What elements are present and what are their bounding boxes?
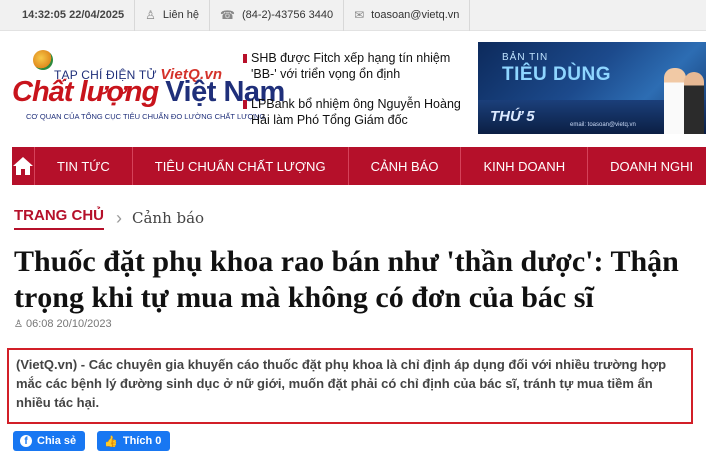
article-summary: (VietQ.vn) - Các chuyên gia khuyến cáo t… xyxy=(7,348,693,424)
banner-line1: BẢN TIN xyxy=(502,52,549,63)
logo-globe-icon xyxy=(33,50,53,70)
breadcrumb-current[interactable]: Cảnh báo xyxy=(132,209,204,227)
nav-item-doanh-nghiep[interactable]: DOANH NGHI xyxy=(588,147,706,185)
social-share: f Chia sẻ 👍 Thích 0 xyxy=(13,431,182,451)
facebook-share-button[interactable]: f Chia sẻ xyxy=(13,431,86,451)
nav-home-button[interactable] xyxy=(12,147,35,185)
ad-banner[interactable]: BẢN TIN TIÊU DÙNG THỨ 5 email: toasoan@v… xyxy=(478,42,706,134)
banner-presenter xyxy=(684,72,704,134)
phone-number: (84-2)-43756 3440 xyxy=(241,9,334,21)
banner-line2: TIÊU DÙNG xyxy=(502,64,611,85)
home-icon xyxy=(13,157,33,175)
top-bar: 14:32:05 22/04/2025 ♙ Liên hệ ☎ (84-2)-4… xyxy=(0,0,706,31)
datetime: 14:32:05 22/04/2025 xyxy=(0,0,136,31)
facebook-like-button[interactable]: 👍 Thích 0 xyxy=(97,431,171,451)
breadcrumb-home[interactable]: TRANG CHỦ xyxy=(14,207,104,230)
nav-item-tin-tuc[interactable]: TIN TỨC xyxy=(35,147,133,185)
share-label: Chia sẻ xyxy=(37,435,77,447)
thumbs-up-icon: 👍 xyxy=(104,435,118,448)
article-date: 06:08 20/10/2023 xyxy=(25,318,112,330)
nav-item-canh-bao[interactable]: CẢNH BÁO xyxy=(349,147,462,185)
facebook-icon: f xyxy=(20,435,32,447)
headline-link[interactable]: LPBank bổ nhiệm ông Nguyễn Hoàng Hải làm… xyxy=(243,96,465,128)
author-icon: ♙ xyxy=(14,318,23,330)
banner-line3: THỨ 5 xyxy=(490,108,535,125)
headline-link[interactable]: SHB được Fitch xếp hạng tín nhiệm 'BB-' … xyxy=(243,50,465,82)
breadcrumb: TRANG CHỦ › Cảnh báo xyxy=(14,205,204,231)
envelope-icon: ✉ xyxy=(354,8,365,22)
datetime-text: 14:32:05 22/04/2025 xyxy=(22,9,125,21)
chevron-right-icon: › xyxy=(116,208,122,228)
site-logo[interactable]: TẠP CHÍ ĐIỆN TỬ VietQ.vn Chất lượng Việt… xyxy=(12,46,285,132)
email-address: toasoan@vietq.vn xyxy=(371,9,460,21)
contact-link[interactable]: ♙ Liên hệ xyxy=(135,0,211,31)
logo-subtitle: CƠ QUAN CỦA TỔNG CỤC TIÊU CHUẨN ĐO LƯỜNG… xyxy=(26,112,266,121)
banner-email: email: toasoan@vietq.vn xyxy=(570,122,636,128)
contact-label: Liên hệ xyxy=(162,9,200,21)
email-link[interactable]: ✉ toasoan@vietq.vn xyxy=(344,0,471,31)
phone-info: ☎ (84-2)-43756 3440 xyxy=(210,0,345,31)
user-icon: ♙ xyxy=(145,8,156,22)
article-meta: ♙ 06:08 20/10/2023 xyxy=(14,318,112,330)
phone-icon: ☎ xyxy=(220,8,235,22)
banner-presenter xyxy=(664,68,686,134)
nav-item-tieu-chuan-chat-luong[interactable]: TIÊU CHUẨN CHẤT LƯỢNG xyxy=(133,147,349,185)
featured-headlines: SHB được Fitch xếp hạng tín nhiệm 'BB-' … xyxy=(243,50,465,142)
article-title: Thuốc đặt phụ khoa rao bán như 'thần dượ… xyxy=(14,245,679,314)
logo-title-a: Chất lượng xyxy=(12,76,159,108)
like-label: Thích 0 xyxy=(122,435,162,447)
nav-item-kinh-doanh[interactable]: KINH DOANH xyxy=(461,147,589,185)
main-nav: TIN TỨC TIÊU CHUẨN CHẤT LƯỢNG CẢNH BÁO K… xyxy=(12,147,706,185)
